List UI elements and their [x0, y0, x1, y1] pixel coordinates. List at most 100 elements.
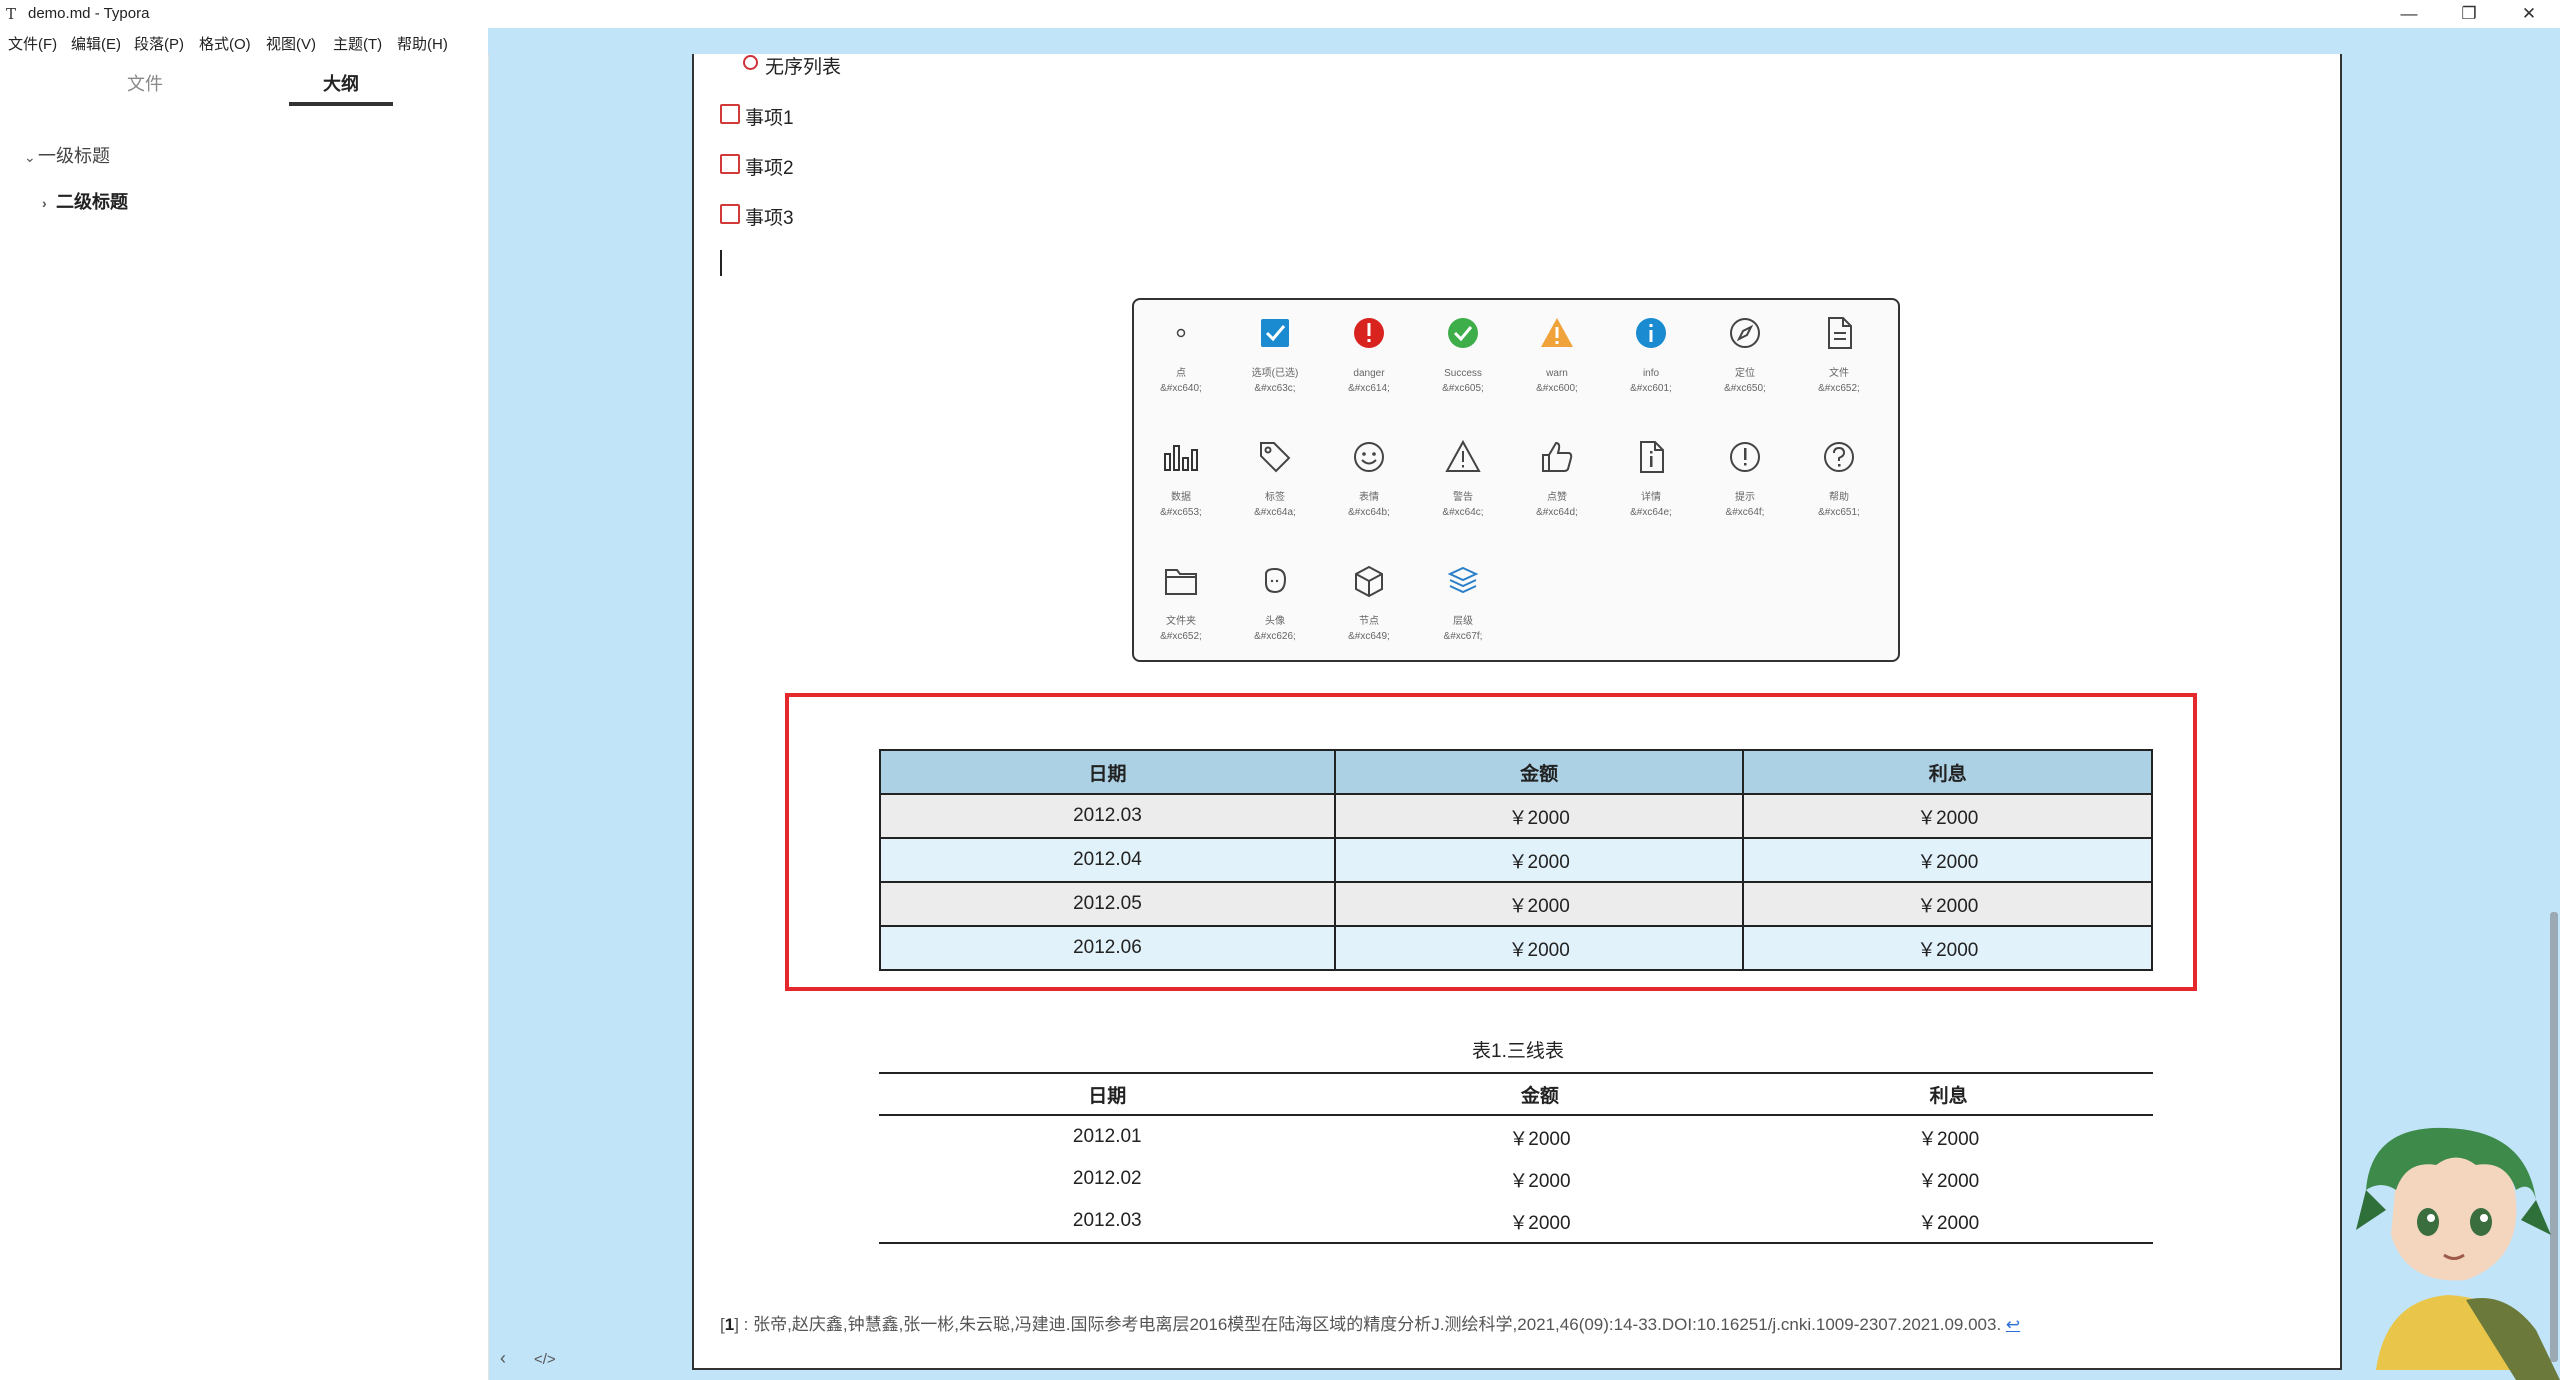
maximize-button[interactable]: ❐	[2440, 0, 2498, 28]
success-icon	[1448, 318, 1478, 348]
table-cell[interactable]: 2012.01	[879, 1115, 1336, 1158]
table-header-cell[interactable]: 日期	[879, 1073, 1336, 1116]
tab-outline[interactable]: 大纲	[323, 70, 359, 96]
mascot-character-illustration	[2356, 1127, 2560, 1380]
table-row: 2012.03 ￥2000 ￥2000	[879, 793, 2153, 839]
gallery-cell: danger &#xc614;	[1322, 300, 1416, 410]
table-cell[interactable]: ￥2000	[1336, 1200, 1745, 1243]
table-cell[interactable]: ￥2000	[1333, 793, 1745, 839]
table-cell[interactable]: 2012.06	[879, 925, 1336, 971]
chevron-right-icon[interactable]: ›	[42, 195, 56, 211]
menu-theme[interactable]: 主题(T)	[333, 33, 382, 54]
footnote: [1] : 张帝,赵庆鑫,钟慧鑫,张一彬,朱云聪,冯建迪.国际参考电离层2016…	[720, 1310, 2020, 1335]
gallery-code: &#xc614;	[1348, 383, 1390, 394]
avatar-icon	[1265, 567, 1287, 594]
table-cell[interactable]: 2012.02	[879, 1158, 1336, 1200]
dot-icon	[1176, 328, 1186, 338]
gallery-label: 提示	[1735, 492, 1755, 503]
gallery-code: &#xc64b;	[1348, 507, 1390, 518]
table-header-row: 日期 金额 利息	[879, 749, 2153, 795]
gallery-label: 定位	[1735, 368, 1755, 379]
bar-chart-icon	[1164, 445, 1198, 471]
table-cell[interactable]: ￥2000	[1333, 881, 1745, 927]
footnote-separator: :	[743, 1315, 749, 1334]
table-header-cell[interactable]: 金额	[1335, 1073, 1745, 1116]
footnote-text: 张帝,赵庆鑫,钟慧鑫,张一彬,朱云聪,冯建迪.国际参考电离层2016模型在陆海区…	[753, 1315, 2002, 1334]
tag-icon	[1260, 442, 1291, 473]
table-cell[interactable]: 2012.04	[879, 837, 1336, 883]
unordered-list-item: 无序列表	[765, 57, 842, 78]
chevron-down-icon[interactable]: ⌄	[24, 149, 38, 166]
task-item-label: 事项1	[745, 108, 794, 129]
table-cell[interactable]: 2012.05	[879, 881, 1336, 927]
menu-view[interactable]: 视图(V)	[266, 33, 316, 54]
gallery-label: 文件夹	[1166, 616, 1196, 627]
table-cell[interactable]: ￥2000	[1333, 837, 1745, 883]
gallery-label: 数据	[1171, 492, 1191, 503]
table-header-cell[interactable]: 利息	[1744, 1073, 2153, 1116]
menu-format[interactable]: 格式(O)	[199, 33, 251, 54]
footnote-number[interactable]: 1	[725, 1315, 734, 1334]
gallery-cell: 数据 &#xc653;	[1134, 424, 1228, 534]
table-cell[interactable]: ￥2000	[1744, 1158, 2153, 1200]
gallery-cell: 定位 &#xc650;	[1698, 300, 1792, 410]
task-checkbox[interactable]	[720, 104, 740, 124]
table-cell[interactable]: ￥2000	[1744, 1115, 2153, 1158]
table-header-cell[interactable]: 日期	[879, 749, 1336, 795]
gallery-cell: 详情 &#xc64e;	[1604, 424, 1698, 534]
footnote-backref-icon[interactable]: ↩	[2006, 1315, 2020, 1334]
active-tab-indicator	[289, 102, 393, 106]
source-mode-icon[interactable]: </>	[534, 1351, 556, 1368]
task-checkbox[interactable]	[720, 154, 740, 174]
table-cell[interactable]: ￥2000	[1333, 925, 1745, 971]
table-cell[interactable]: ￥2000	[1336, 1158, 1745, 1200]
table-cell[interactable]: 2012.03	[879, 793, 1336, 839]
table-cell[interactable]: ￥2000	[1742, 881, 2153, 927]
collapse-sidebar-icon[interactable]: ‹	[500, 1348, 506, 1369]
task-checkbox[interactable]	[720, 204, 740, 224]
table-caption: 表1.三线表	[1472, 1041, 1564, 1062]
table-row: 2012.03 ￥2000 ￥2000	[879, 1200, 2153, 1243]
gallery-code: &#xc650;	[1724, 383, 1766, 394]
gallery-cell: 标签 &#xc64a;	[1228, 424, 1322, 534]
compass-icon	[1730, 318, 1760, 348]
gallery-label: warn	[1546, 368, 1568, 379]
table-header-cell[interactable]: 金额	[1333, 749, 1745, 795]
close-button[interactable]: ✕	[2500, 0, 2558, 28]
checkbox-checked-icon	[1261, 319, 1289, 347]
menu-edit[interactable]: 编辑(E)	[71, 33, 121, 54]
table-header-cell[interactable]: 利息	[1742, 749, 2153, 795]
table-cell[interactable]: ￥2000	[1742, 837, 2153, 883]
gallery-label: 选项(已选)	[1251, 368, 1299, 379]
gallery-code: &#xc64e;	[1630, 507, 1672, 518]
outline-item-h1[interactable]: ⌄ 一级标题	[24, 142, 110, 168]
gallery-cell: 选项(已选) &#xc63c;	[1228, 300, 1322, 410]
table-cell[interactable]: ￥2000	[1742, 925, 2153, 971]
outline-item-h2[interactable]: › 二级标题	[42, 188, 128, 214]
menu-file[interactable]: 文件(F)	[8, 33, 57, 54]
gallery-cell: 文件 &#xc652;	[1792, 300, 1886, 410]
tab-files[interactable]: 文件	[127, 70, 163, 96]
menu-paragraph[interactable]: 段落(P)	[134, 33, 184, 54]
warn-icon	[1541, 318, 1573, 347]
table-cell[interactable]: ￥2000	[1336, 1115, 1745, 1158]
menu-help[interactable]: 帮助(H)	[397, 33, 448, 54]
gallery-label: Success	[1444, 368, 1482, 379]
gallery-cell: 点 &#xc640;	[1134, 300, 1228, 410]
exclamation-circle-icon	[1730, 442, 1760, 472]
gallery-label: 点	[1176, 368, 1186, 379]
gallery-label: 详情	[1641, 492, 1661, 503]
gallery-code: &#xc64d;	[1536, 507, 1578, 518]
gallery-cell: 层级 &#xc67f;	[1416, 548, 1510, 658]
minimize-button[interactable]: —	[2380, 0, 2438, 28]
table-cell[interactable]: 2012.03	[879, 1200, 1336, 1243]
layers-icon	[1447, 566, 1479, 594]
sidebar: 文件 大纲 ⌄ 一级标题 › 二级标题	[0, 54, 489, 1380]
table-cell[interactable]: ￥2000	[1742, 793, 2153, 839]
thumbs-up-icon	[1542, 441, 1573, 472]
gallery-cell: 节点 &#xc649;	[1322, 548, 1416, 658]
text-cursor	[720, 250, 722, 276]
gallery-code: &#xc64a;	[1254, 507, 1296, 518]
table-cell[interactable]: ￥2000	[1744, 1200, 2153, 1243]
gallery-label: 警告	[1453, 492, 1473, 503]
